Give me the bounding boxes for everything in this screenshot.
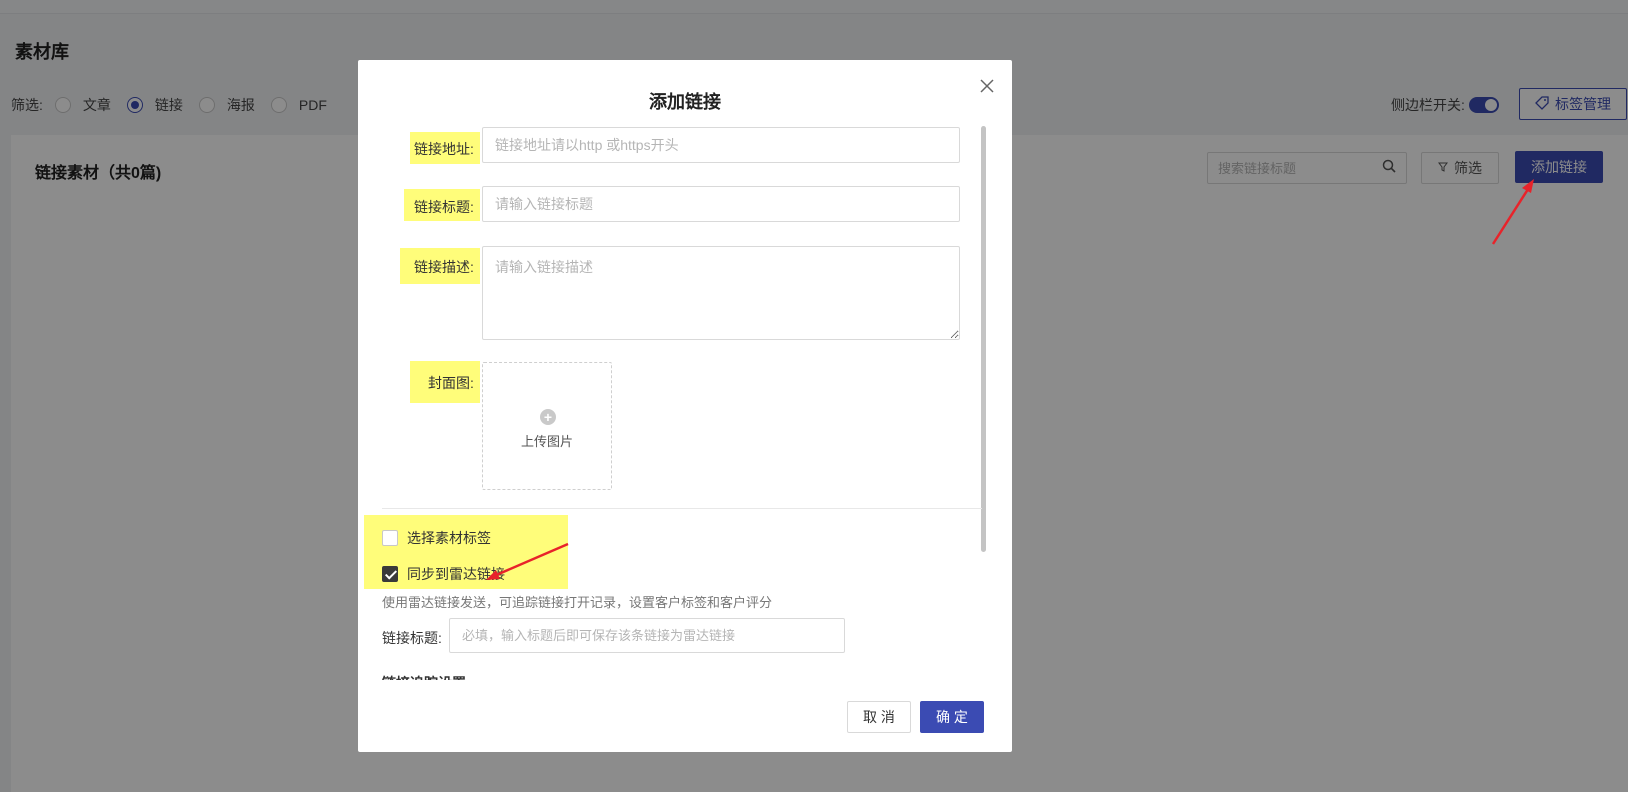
modal-title: 添加链接 <box>649 92 721 112</box>
close-icon[interactable] <box>976 76 998 98</box>
radar-description: 使用雷达链接发送，可追踪链接打开记录，设置客户标签和客户评分 <box>382 595 773 610</box>
radar-title-input[interactable] <box>449 618 845 653</box>
link-title-input[interactable] <box>482 186 960 222</box>
divider <box>382 508 982 509</box>
desc-label: 链接描述: <box>414 259 474 275</box>
confirm-button[interactable]: 确 定 <box>920 701 984 733</box>
title-label: 链接标题: <box>414 199 474 215</box>
upload-label: 上传图片 <box>520 434 573 449</box>
radar-title-label: 链接标题: <box>382 630 442 646</box>
checkbox-box-checked <box>382 566 398 582</box>
cancel-button[interactable]: 取 消 <box>847 701 911 733</box>
link-desc-textarea[interactable] <box>482 246 960 340</box>
cover-upload-box[interactable]: + 上传图片 <box>482 362 612 490</box>
plus-icon: + <box>540 409 556 425</box>
checkbox-label: 选择素材标签 <box>407 530 491 546</box>
radar-section-heading: 链接追踪设置 <box>382 672 466 680</box>
modal-scrollbar[interactable] <box>981 126 986 552</box>
cover-label: 封面图: <box>428 375 474 391</box>
add-link-modal: 添加链接 链接地址: 链接标题: 链接描述: 封面图: + 上传图片 选择素材标… <box>358 60 1012 752</box>
checkbox-box <box>382 530 398 546</box>
select-tag-checkbox[interactable]: 选择素材标签 <box>382 528 491 548</box>
url-input[interactable] <box>482 127 960 163</box>
url-label: 链接地址: <box>414 141 474 157</box>
checkbox-label: 同步到雷达链接 <box>407 566 505 582</box>
sync-radar-checkbox[interactable]: 同步到雷达链接 <box>382 564 505 584</box>
